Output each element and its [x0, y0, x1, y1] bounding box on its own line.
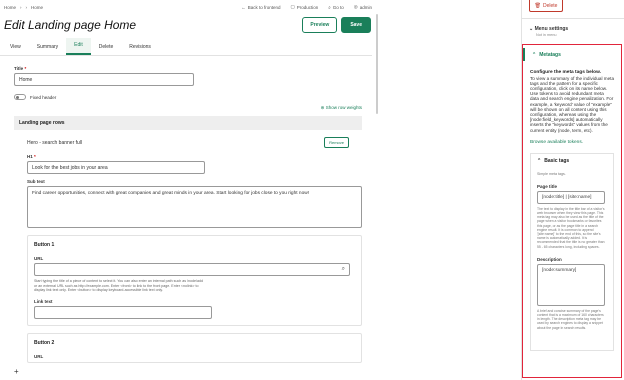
subtext-label: Sub text: [27, 179, 45, 184]
header-actions: Preview Save: [302, 17, 378, 33]
breadcrumb-separator: ›: [20, 4, 22, 10]
fixed-header-toggle[interactable]: [14, 94, 26, 100]
page-title-help: The text to display in the title bar of …: [537, 206, 605, 249]
button1-card: Button 1 URL ⌕ Start typing the title of…: [27, 235, 362, 326]
button2-card: Button 2 URL: [27, 332, 362, 363]
production-link[interactable]: ▢ Production: [290, 4, 318, 10]
menu-settings-label: Menu settings: [534, 26, 569, 32]
tab-delete[interactable]: Delete: [91, 44, 121, 55]
tab-revisions[interactable]: Revisions: [121, 44, 159, 55]
metatags-body: Configure the meta tags below. To view a…: [523, 61, 621, 351]
url2-label: URL: [34, 353, 44, 359]
url-help-text: Start typing the title of a piece of con…: [34, 279, 204, 293]
add-row-icon[interactable]: +: [14, 367, 19, 376]
scrollbar[interactable]: [376, 14, 378, 114]
arrow-left-icon: ←: [241, 4, 246, 10]
h1-input[interactable]: Look for the best jobs in your area: [27, 161, 205, 174]
page-title: Edit Landing page Home: [4, 18, 137, 32]
menu-settings-section[interactable]: ⌄ Menu settings Not in menu: [529, 26, 568, 37]
required-marker: *: [34, 154, 36, 159]
delete-label: Delete: [542, 2, 558, 9]
remove-button[interactable]: Remove: [324, 137, 349, 148]
title-label: Title *: [14, 66, 368, 71]
sidebar: 🗑 Delete ⌄ Menu settings Not in menu ⌃ Me…: [521, 0, 624, 380]
tab-bar: View Summary Edit Delete Revisions: [0, 38, 372, 56]
gear-icon: ⊛: [320, 105, 325, 110]
search-icon: ⌕: [341, 266, 345, 272]
h1-label: H1 *: [27, 154, 349, 159]
fixed-header-row: Fixed header: [14, 94, 368, 100]
button1-title: Button 1: [34, 242, 55, 248]
go-to-link[interactable]: ⌕ Go to: [328, 5, 344, 10]
button2-title: Button 2: [34, 339, 55, 346]
subtext-textarea[interactable]: Find career opportunities, connect with …: [27, 186, 362, 228]
divider: [522, 18, 624, 19]
back-to-frontend-label: Back to frontend: [247, 4, 281, 10]
toolbar: Home › › Home ← Back to frontend ▢ Product…: [0, 0, 382, 14]
back-to-frontend-link[interactable]: ← Back to frontend: [241, 5, 280, 10]
row-item-name: Hero - search banner full: [27, 139, 83, 146]
production-label: Production: [296, 4, 319, 10]
delete-button[interactable]: 🗑 Delete: [529, 0, 563, 12]
breadcrumb-current[interactable]: Home: [31, 5, 43, 10]
breadcrumb: Home › › Home: [4, 5, 43, 10]
menu-settings-summary: Not in menu: [536, 33, 557, 37]
save-button[interactable]: Save: [341, 17, 371, 33]
basic-tags-description: Simple meta tags.: [537, 171, 566, 176]
chevron-down-icon: ⌄: [529, 26, 534, 32]
tab-summary[interactable]: Summary: [29, 44, 66, 55]
tab-view[interactable]: View: [2, 44, 29, 55]
basic-tags-title: Basic tags: [544, 157, 570, 164]
description-textarea[interactable]: [node:summary]: [537, 263, 605, 306]
trash-icon: 🗑: [534, 2, 541, 9]
edit-form: Title * Home Fixed header ⊛ Show row wei…: [0, 56, 382, 363]
breadcrumb-separator: ›: [25, 4, 28, 10]
search-icon: ⌕: [328, 4, 331, 10]
chevron-up-icon: ⌃: [537, 157, 542, 164]
fixed-header-label: Fixed header: [30, 94, 57, 100]
show-row-weights-link[interactable]: ⊛ Show row weights: [14, 105, 362, 111]
menu-settings-header: ⌄ Menu settings: [529, 26, 568, 32]
page-title-label: Page title: [537, 183, 558, 189]
go-to-label: Go to: [332, 4, 344, 10]
basic-tags-section: ⌃ Basic tags Simple meta tags. Page titl…: [530, 152, 614, 351]
row-item-hero: Hero - search banner full Remove H1 * Lo…: [14, 130, 362, 363]
metatags-title: Metatags: [539, 51, 561, 58]
basic-tags-header[interactable]: ⌃ Basic tags: [537, 158, 607, 164]
breadcrumb-home-link[interactable]: Home: [4, 5, 16, 10]
url-input[interactable]: ⌕: [34, 263, 350, 276]
description-help: A brief and concise summary of the page'…: [537, 308, 604, 330]
user-icon: ◎: [353, 4, 358, 9]
landing-page-rows-header: Landing page rows: [14, 116, 362, 130]
tab-edit[interactable]: Edit: [66, 38, 91, 55]
preview-button[interactable]: Preview: [302, 17, 338, 33]
title-label-text: Title: [14, 66, 24, 71]
url-label: URL: [34, 256, 44, 261]
title-input[interactable]: Home: [14, 73, 194, 86]
main-content: Home › › Home ← Back to frontend ▢ Product…: [0, 0, 382, 380]
metatags-panel: ⌃ Metatags Configure the meta tags below…: [522, 44, 622, 378]
h1-label-text: H1: [27, 154, 33, 159]
toolbar-links: ← Back to frontend ▢ Production ⌕ Go to ◎ ad…: [241, 4, 378, 10]
user-menu[interactable]: ◎ admin: [354, 4, 372, 10]
metatags-header[interactable]: ⌃ Metatags: [523, 48, 621, 61]
chevron-up-icon: ⌃: [532, 51, 537, 58]
link-text-label: Link text: [34, 298, 53, 304]
description-label: Description: [537, 256, 562, 262]
square-icon: ▢: [290, 4, 295, 9]
show-row-weights-label: Show row weights: [325, 105, 362, 110]
browse-tokens-link[interactable]: Browse available tokens.: [530, 140, 614, 145]
configure-description: To view a summary of the individual meta…: [530, 75, 614, 133]
page-header: Edit Landing page Home Preview Save: [0, 14, 382, 36]
user-label: admin: [359, 4, 372, 10]
required-marker: *: [24, 66, 27, 71]
link-text-input[interactable]: [34, 305, 212, 319]
page-title-input[interactable]: [node:title] | [site:name]: [537, 190, 605, 204]
row-item-header: Hero - search banner full Remove: [27, 137, 349, 148]
